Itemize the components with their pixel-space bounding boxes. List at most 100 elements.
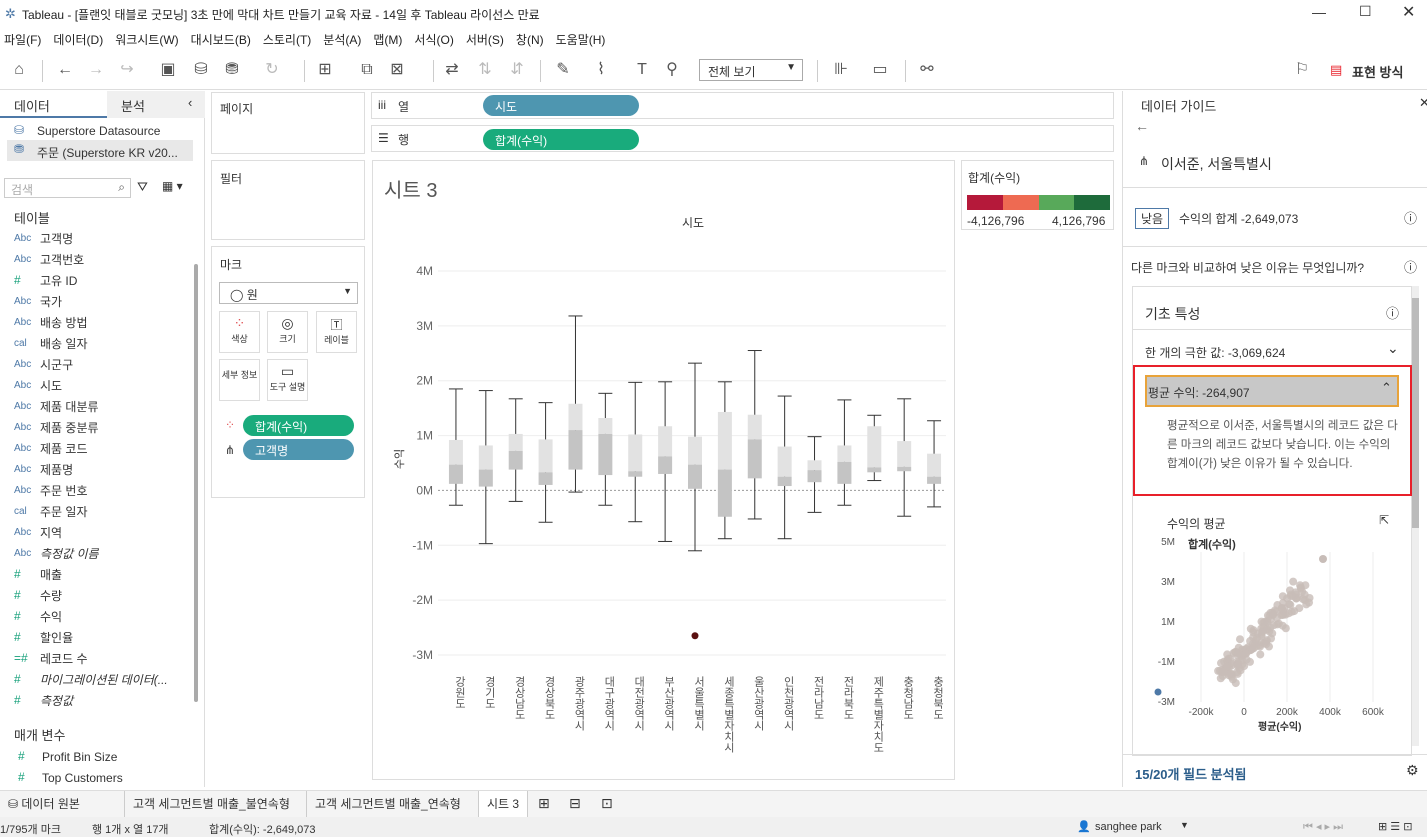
- highlight-icon[interactable]: ✎: [553, 60, 573, 80]
- new-sheet-icon[interactable]: ⊞: [538, 795, 550, 812]
- save-icon[interactable]: ▣: [158, 60, 178, 80]
- menu-item[interactable]: 워크시트(W): [111, 31, 186, 48]
- clear-sheet-icon[interactable]: ⊠: [387, 60, 407, 80]
- columns-shelf[interactable]: iii 열 시도: [371, 92, 1114, 119]
- field-item[interactable]: Abc 제품 코드: [14, 438, 88, 458]
- field-item[interactable]: Abc 지역: [14, 522, 62, 542]
- detail-button[interactable]: 세부 정보: [219, 359, 260, 401]
- sort-asc-icon[interactable]: ⇅: [475, 60, 495, 80]
- filters-shelf[interactable]: 필터: [211, 160, 365, 240]
- pin-icon[interactable]: ⚲: [662, 60, 682, 80]
- field-item[interactable]: # 마이그레이션된 데이터(...: [14, 669, 168, 689]
- label-icon[interactable]: T: [632, 60, 652, 80]
- menu-item[interactable]: 서식(O): [410, 31, 461, 48]
- mark-pill-customer[interactable]: 고객명: [243, 439, 354, 460]
- legend-ramp[interactable]: [967, 195, 1110, 210]
- info-icon[interactable]: ⓘ: [1404, 208, 1417, 227]
- sort-desc-icon[interactable]: ⇵: [507, 60, 527, 80]
- show-me-button[interactable]: 표현 방식: [1352, 62, 1403, 81]
- menu-item[interactable]: 대시보드(B): [187, 31, 259, 48]
- menu-item[interactable]: 스토리(T): [259, 31, 319, 48]
- rows-shelf[interactable]: ☰ 행 합계(수익): [371, 125, 1114, 152]
- pin-toolbar-icon[interactable]: ⚐: [1292, 60, 1312, 80]
- field-item[interactable]: # 할인율: [14, 627, 73, 647]
- tab-data[interactable]: 데이터: [0, 91, 107, 118]
- filter-icon[interactable]: ⛛: [137, 179, 148, 195]
- field-item[interactable]: Abc 측정값 이름: [14, 543, 99, 563]
- new-dashboard-icon[interactable]: ⊟: [569, 795, 581, 812]
- sheet-tab-1[interactable]: 고객 세그먼트별 매출_불연속형: [124, 791, 298, 817]
- guide-scrollbar[interactable]: [1412, 286, 1419, 746]
- sheet-tab-2[interactable]: 고객 세그먼트별 매출_연속형: [306, 791, 469, 817]
- open-chart-icon[interactable]: ⇱: [1379, 513, 1389, 527]
- refresh-icon[interactable]: ↻: [262, 60, 282, 80]
- new-story-icon[interactable]: ⊡: [601, 795, 613, 812]
- back-icon[interactable]: ←: [55, 60, 75, 80]
- field-item[interactable]: =# 레코드 수: [14, 648, 88, 668]
- field-item[interactable]: Abc 고객명: [14, 228, 73, 248]
- field-item[interactable]: # 수량: [14, 585, 62, 605]
- home-icon[interactable]: ⌂: [9, 60, 29, 80]
- param-profit-bin[interactable]: Profit Bin Size: [42, 750, 117, 764]
- mark-pill-profit[interactable]: 합계(수익): [243, 415, 354, 436]
- size-button[interactable]: ◎ 크기: [267, 311, 308, 353]
- field-item[interactable]: # 수익: [14, 606, 62, 626]
- field-item[interactable]: # 측정값: [14, 690, 73, 710]
- menu-item[interactable]: 데이터(D): [49, 31, 111, 48]
- field-item[interactable]: Abc 국가: [14, 291, 62, 311]
- sheet-tab-active[interactable]: 시트 3: [478, 791, 529, 817]
- forward-icon[interactable]: →: [86, 60, 106, 80]
- new-datasource-icon[interactable]: ⛁: [191, 60, 211, 80]
- field-item[interactable]: cal 배송 일자: [14, 333, 88, 353]
- show-me-icon[interactable]: ▤: [1330, 62, 1342, 78]
- view-options-icon[interactable]: ▦ ▾: [162, 179, 183, 193]
- gear-icon[interactable]: ⚙: [1406, 762, 1419, 779]
- field-item[interactable]: Abc 배송 방법: [14, 312, 88, 332]
- rows-pill[interactable]: 합계(수익): [483, 129, 639, 150]
- tooltip-button[interactable]: ▭ 도구 설명: [267, 359, 308, 401]
- close-icon[interactable]: ✕: [1402, 2, 1415, 22]
- mark-type-dropdown[interactable]: ◯ 원 ▼: [219, 282, 358, 304]
- minimize-icon[interactable]: —: [1312, 4, 1326, 20]
- field-item[interactable]: Abc 시군구: [14, 354, 73, 374]
- new-worksheet-icon[interactable]: ⊞: [315, 60, 335, 80]
- pages-shelf[interactable]: 페이지: [211, 92, 365, 154]
- columns-pill[interactable]: 시도: [483, 95, 639, 116]
- info-icon[interactable]: ⓘ: [1386, 303, 1399, 322]
- cards-icon[interactable]: ⊪: [831, 60, 851, 80]
- field-item[interactable]: Abc 고객번호: [14, 249, 84, 269]
- redo-icon[interactable]: ↪: [117, 60, 137, 80]
- presentation-icon[interactable]: ▭: [870, 60, 890, 80]
- field-item[interactable]: Abc 제품명: [14, 459, 73, 479]
- chevron-down-icon[interactable]: ⌄: [1387, 340, 1399, 357]
- field-item[interactable]: # 매출: [14, 564, 62, 584]
- field-item[interactable]: Abc 제품 대분류: [14, 396, 99, 416]
- datasource-icon[interactable]: ⛃: [222, 60, 242, 80]
- group-icon[interactable]: ⌇: [591, 60, 611, 80]
- field-item[interactable]: Abc 주문 번호: [14, 480, 88, 500]
- field-item[interactable]: Abc 시도: [14, 375, 62, 395]
- datasource-item[interactable]: Superstore Datasource: [37, 124, 160, 138]
- color-button[interactable]: ⁘ 색상: [219, 311, 260, 353]
- swap-icon[interactable]: ⇄: [442, 60, 462, 80]
- menu-item[interactable]: 파일(F): [0, 31, 49, 48]
- search-input[interactable]: 검색 ⌕: [4, 178, 131, 198]
- user-name[interactable]: sanghee park: [1095, 821, 1162, 833]
- collapse-icon[interactable]: ‹: [188, 95, 192, 110]
- param-top-customers[interactable]: Top Customers: [42, 771, 123, 785]
- menu-item[interactable]: 서버(S): [462, 31, 512, 48]
- chevron-down-icon[interactable]: ▼: [1180, 820, 1189, 830]
- scrollbar[interactable]: [194, 264, 198, 702]
- share-icon[interactable]: ⚯: [917, 60, 937, 80]
- back-arrow-icon[interactable]: ←: [1135, 118, 1149, 134]
- menu-item[interactable]: 도움말(H): [552, 31, 614, 48]
- label-button[interactable]: 🅃 레이블: [316, 311, 357, 353]
- extreme-value[interactable]: 한 개의 극한 값: -3,069,624: [1145, 344, 1285, 361]
- guide-close-icon[interactable]: ✕: [1419, 95, 1427, 111]
- field-item[interactable]: Abc 제품 중분류: [14, 417, 99, 437]
- fit-dropdown[interactable]: 전체 보기 ▼: [699, 59, 803, 81]
- duplicate-icon[interactable]: ⧉: [357, 60, 377, 80]
- nav-arrows-icon[interactable]: ⏮ ◂ ▸ ⏭: [1303, 820, 1343, 834]
- menu-item[interactable]: 맵(M): [369, 31, 410, 48]
- field-item[interactable]: cal 주문 일자: [14, 501, 88, 521]
